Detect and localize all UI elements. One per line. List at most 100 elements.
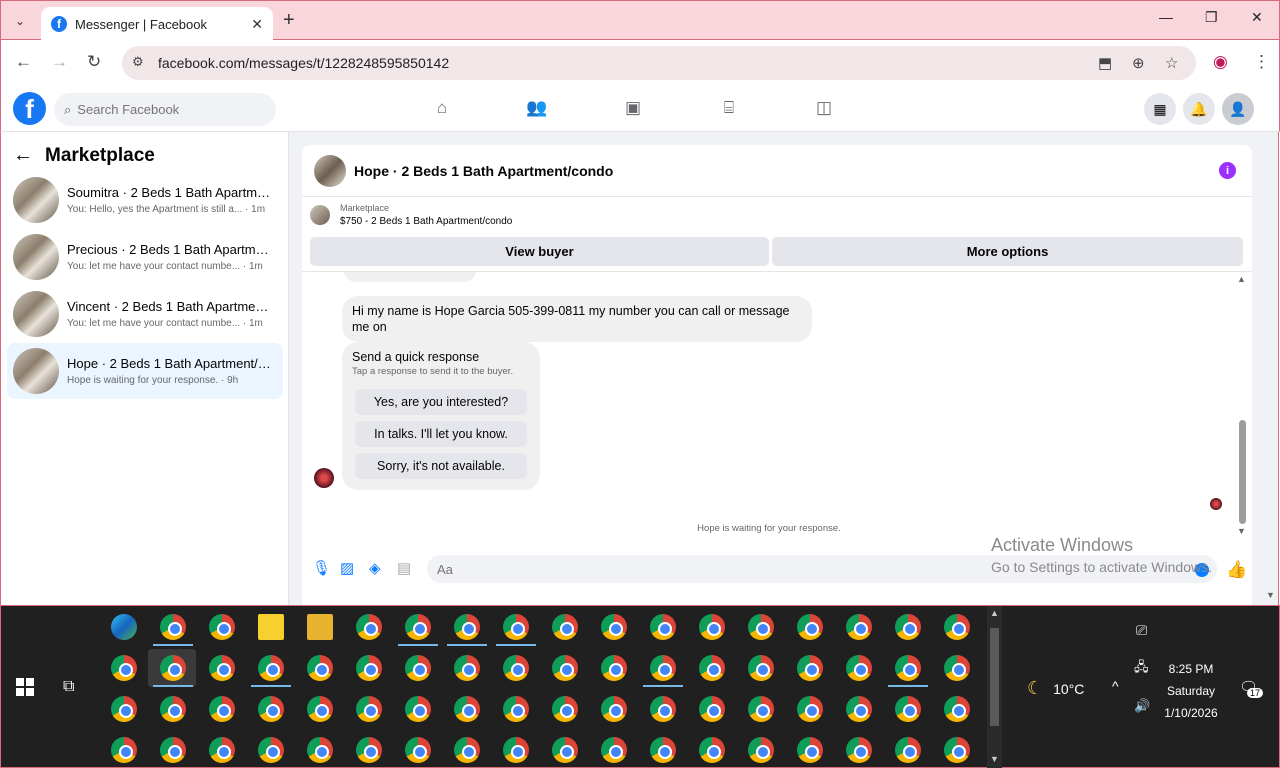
chrome-app-icon[interactable]: [895, 737, 921, 763]
taskbar-scroll-down-icon[interactable]: ▼: [990, 754, 999, 764]
quick-response-not-available-button[interactable]: Sorry, it's not available.: [355, 453, 527, 479]
chrome-app-icon[interactable]: [699, 737, 725, 763]
system-clock[interactable]: 8:25 PM Saturday 1/10/2026: [1149, 658, 1233, 724]
conversation-item-active[interactable]: Hope · 2 Beds 1 Bath Apartment/c... Hope…: [7, 343, 283, 399]
view-buyer-button[interactable]: View buyer: [310, 237, 769, 266]
conversation-item[interactable]: Soumitra · 2 Beds 1 Bath Apartme... You:…: [7, 172, 283, 228]
taskbar-scroll-thumb[interactable]: [990, 628, 999, 726]
chrome-app-icon[interactable]: [699, 655, 725, 681]
chrome-app-icon[interactable]: [797, 696, 823, 722]
taskbar-scroll-up-icon[interactable]: ▲: [990, 608, 999, 618]
chrome-app-icon[interactable]: [111, 696, 137, 722]
address-bar[interactable]: ⚙ facebook.com/messages/t/12282485958501…: [122, 46, 1196, 80]
chrome-app-icon[interactable]: [846, 737, 872, 763]
chrome-app-icon[interactable]: [699, 614, 725, 640]
account-avatar-icon[interactable]: 👤: [1222, 93, 1254, 125]
chrome-app-icon[interactable]: [895, 696, 921, 722]
chrome-app-icon[interactable]: [748, 614, 774, 640]
chrome-app-icon[interactable]: [601, 737, 627, 763]
chrome-app-icon[interactable]: [797, 737, 823, 763]
meet-now-icon[interactable]: ⎚: [1136, 622, 1147, 639]
chrome-app-icon[interactable]: [552, 737, 578, 763]
notifications-bell-icon[interactable]: 🔔: [1183, 93, 1215, 125]
chrome-app-icon[interactable]: [748, 696, 774, 722]
tab-messenger[interactable]: f Messenger | Facebook ✕: [41, 7, 273, 41]
notification-center-icon[interactable]: 🗨 17: [1239, 678, 1264, 698]
chrome-app-icon[interactable]: [601, 696, 627, 722]
chrome-app-icon[interactable]: [650, 737, 676, 763]
zoom-icon[interactable]: ⊕: [1132, 54, 1145, 72]
quick-response-interested-button[interactable]: Yes, are you interested?: [355, 389, 527, 415]
menu-grid-icon[interactable]: ▦: [1144, 93, 1176, 125]
chrome-app-icon[interactable]: [846, 696, 872, 722]
minimize-icon[interactable]: —: [1159, 9, 1173, 25]
sticker-icon[interactable]: ◈: [369, 559, 381, 577]
home-icon[interactable]: ⌂: [430, 96, 454, 120]
chrome-app-icon[interactable]: [160, 696, 186, 722]
start-button-icon[interactable]: [16, 678, 34, 696]
chrome-app-icon[interactable]: [748, 737, 774, 763]
friends-icon[interactable]: 👥: [525, 96, 549, 120]
note-app-icon[interactable]: [258, 614, 284, 640]
buyer-avatar[interactable]: [314, 468, 334, 488]
back-icon[interactable]: ←: [15, 52, 32, 72]
chrome-app-icon[interactable]: [503, 655, 529, 681]
chrome-app-icon[interactable]: [454, 614, 480, 640]
scrollbar-thumb[interactable]: [1239, 420, 1246, 524]
page-scroll-down-icon[interactable]: ▼: [1266, 590, 1275, 600]
chrome-app-icon[interactable]: [454, 696, 480, 722]
weather-widget[interactable]: ☾ 10°C: [1027, 678, 1084, 699]
chrome-app-icon[interactable]: [405, 696, 431, 722]
install-app-icon[interactable]: ⬒: [1098, 54, 1112, 72]
thumbs-up-icon[interactable]: 👍: [1226, 560, 1247, 580]
chrome-app-icon[interactable]: [405, 655, 431, 681]
chrome-app-icon[interactable]: [454, 655, 480, 681]
scroll-up-icon[interactable]: ▲: [1237, 274, 1246, 284]
marketplace-listing-info[interactable]: Marketplace $750 - 2 Beds 1 Bath Apartme…: [310, 203, 512, 227]
chrome-app-icon[interactable]: [797, 655, 823, 681]
chrome-app-icon[interactable]: [944, 655, 970, 681]
chrome-app-icon[interactable]: [552, 655, 578, 681]
photo-icon[interactable]: ▨: [340, 559, 354, 577]
chrome-app-icon[interactable]: [209, 696, 235, 722]
chrome-app-icon[interactable]: [846, 614, 872, 640]
conversation-item[interactable]: Precious · 2 Beds 1 Bath Apartmen... You…: [7, 229, 283, 285]
task-view-icon[interactable]: ⧉: [63, 678, 74, 696]
chrome-app-icon[interactable]: [160, 737, 186, 763]
facebook-logo-icon[interactable]: f: [13, 92, 46, 125]
message-thread[interactable]: Hi my name is Hope Garcia 505-399-0811 m…: [302, 271, 1252, 543]
chrome-app-icon[interactable]: [699, 696, 725, 722]
chrome-app-icon[interactable]: [405, 614, 431, 640]
volume-icon[interactable]: 🔊: [1134, 698, 1150, 714]
search-input[interactable]: [77, 102, 248, 117]
microphone-icon[interactable]: 🎙: [312, 559, 331, 577]
conversation-item[interactable]: Vincent · 2 Beds 1 Bath Apartment... You…: [7, 286, 283, 342]
quick-response-in-talks-button[interactable]: In talks. I'll let you know.: [355, 421, 527, 447]
chrome-app-icon[interactable]: [650, 696, 676, 722]
chrome-app-icon[interactable]: [356, 737, 382, 763]
chrome-app-icon[interactable]: [111, 655, 137, 681]
more-options-button[interactable]: More options: [772, 237, 1243, 266]
tab-search-chevron-icon[interactable]: ⌄: [7, 9, 33, 33]
chrome-app-icon[interactable]: [258, 737, 284, 763]
chrome-app-icon[interactable]: [846, 655, 872, 681]
taskbar-scrollbar[interactable]: ▲ ▼: [987, 606, 1002, 768]
chrome-app-icon[interactable]: [307, 696, 333, 722]
chrome-menu-icon[interactable]: ⋮: [1253, 52, 1270, 72]
close-window-icon[interactable]: ✕: [1251, 9, 1263, 26]
restore-icon[interactable]: ❐: [1205, 9, 1218, 26]
chrome-app-icon[interactable]: [209, 737, 235, 763]
chrome-app-icon[interactable]: [503, 737, 529, 763]
chrome-app-icon[interactable]: [454, 737, 480, 763]
gif-icon[interactable]: ▤: [397, 559, 411, 577]
forward-icon[interactable]: →: [51, 52, 68, 72]
listing-avatar[interactable]: [314, 154, 346, 187]
chrome-app-icon[interactable]: [797, 614, 823, 640]
new-tab-button[interactable]: +: [283, 9, 295, 32]
chrome-app-icon[interactable]: [209, 655, 235, 681]
chrome-app-icon[interactable]: [503, 614, 529, 640]
chrome-app-icon[interactable]: [160, 614, 186, 640]
chrome-app-icon[interactable]: [258, 655, 284, 681]
thread-scrollbar[interactable]: ▲ ▼: [1235, 272, 1249, 543]
chat-title[interactable]: Hope · 2 Beds 1 Bath Apartment/condo: [354, 163, 613, 179]
